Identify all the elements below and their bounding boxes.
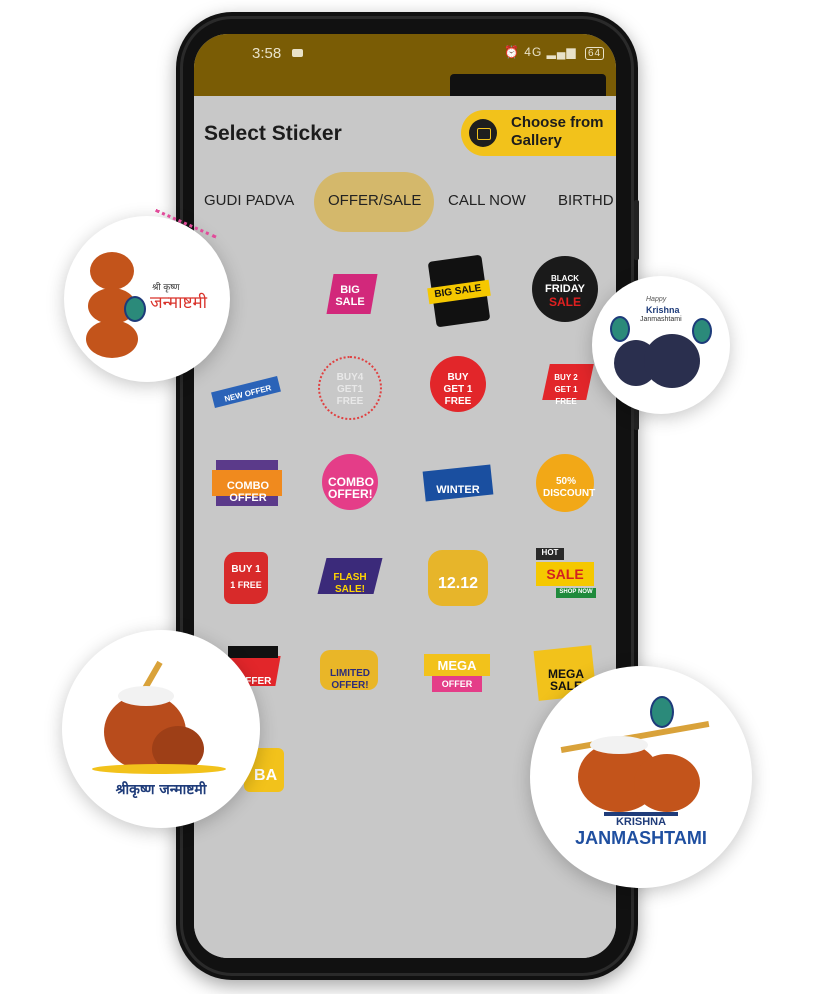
sticker-big-sale[interactable]: BIG SALE bbox=[310, 256, 390, 336]
sheet-title: Select Sticker bbox=[204, 122, 342, 145]
signal-icon: ▂▄▆ bbox=[546, 45, 577, 59]
peacock-feather-icon bbox=[124, 296, 146, 322]
tab-birthday[interactable]: BIRTHD bbox=[558, 192, 614, 209]
image-icon bbox=[469, 119, 497, 147]
sticker-new-offer[interactable]: NEW OFFER bbox=[208, 354, 288, 434]
janmashtami-en-label: Janmashtami bbox=[640, 316, 682, 323]
status-time: 3:58 bbox=[252, 45, 282, 62]
gallery-button-label: Choose from Gallery bbox=[511, 114, 604, 149]
janmashtami-caps-label: JANMASHTAMI bbox=[575, 828, 707, 848]
sticker-combo-offer-1[interactable]: COMBO OFFER bbox=[208, 452, 288, 532]
category-tabs: GUDI PADVA OFFER/SALE CALL NOW BIRTHD bbox=[194, 172, 616, 232]
sticker-hot-sale[interactable]: HOT SALE SHOP NOW bbox=[526, 544, 606, 624]
pot-icon bbox=[86, 320, 138, 358]
sticker-combo-offer-2[interactable]: COMBO OFFER! bbox=[310, 448, 390, 528]
janmashtami-label: जन्माष्टमी bbox=[150, 293, 208, 313]
tab-offer-sale[interactable]: OFFER/SALE bbox=[328, 192, 421, 209]
sticker-12-12[interactable]: 12.12 bbox=[418, 544, 498, 624]
peacock-feather-icon bbox=[692, 318, 712, 344]
janmashtami-sticker-4: KRISHNA JANMASHTAMI bbox=[530, 666, 752, 888]
janmashtami-sticker-3: श्रीकृष्ण जन्माष्टमी bbox=[62, 630, 260, 828]
pot-icon bbox=[90, 252, 134, 290]
sticker-buy1-free[interactable]: BUY 1 1 FREE bbox=[208, 546, 288, 626]
krishna-label: Krishna bbox=[646, 305, 680, 315]
sticker-flash-sale[interactable]: FLASH SALE! bbox=[310, 544, 390, 624]
butter-rim bbox=[118, 686, 174, 706]
happy-label: Happy bbox=[646, 296, 667, 303]
camera-icon bbox=[292, 49, 303, 57]
tab-gudi-padva[interactable]: GUDI PADVA bbox=[204, 192, 294, 209]
janmashtami-sticker-1: श्री कृष्ण जन्माष्टमी bbox=[64, 208, 230, 382]
ground-shadow bbox=[92, 764, 226, 774]
sticker-50-discount[interactable]: 50% DISCOUNT bbox=[526, 448, 606, 528]
krishna-caps-label: KRISHNA bbox=[615, 816, 667, 828]
janmashtami-sticker-2: Happy Krishna Janmashtami bbox=[592, 276, 730, 414]
status-icons: ⏰ 4G ▂▄▆ 64 bbox=[504, 45, 605, 60]
network-label: 4G bbox=[524, 45, 543, 59]
sticker-buy1-get1[interactable]: BUY GET 1 FREE bbox=[418, 350, 498, 430]
pot-icon bbox=[634, 754, 700, 812]
sticker-mega-offer[interactable]: MEGA OFFER bbox=[418, 640, 498, 720]
tab-call-now[interactable]: CALL NOW bbox=[448, 192, 526, 209]
shri-krishna-janmashtami-label: श्रीकृष्ण जन्माष्टमी bbox=[115, 782, 207, 798]
choose-gallery-button[interactable]: Choose from Gallery bbox=[461, 110, 616, 156]
sticker-big-sale-black[interactable]: BIG SALE bbox=[418, 252, 498, 332]
peacock-feather-icon bbox=[650, 696, 674, 728]
battery-icon: 64 bbox=[584, 47, 605, 60]
alarm-icon: ⏰ bbox=[504, 45, 520, 59]
volume-button bbox=[634, 200, 639, 260]
butter-rim bbox=[590, 736, 648, 754]
sticker-winter[interactable]: WINTER bbox=[418, 450, 498, 530]
peacock-feather-icon bbox=[610, 316, 630, 342]
sticker-black-friday[interactable]: BLACK FRIDAY SALE bbox=[524, 252, 604, 332]
sticker-buy4-get1[interactable]: BUY4 GET1 FREE bbox=[310, 350, 390, 430]
pot-icon bbox=[644, 334, 700, 388]
sticker-limited-offer[interactable]: LIMITED OFFER! bbox=[310, 640, 390, 720]
